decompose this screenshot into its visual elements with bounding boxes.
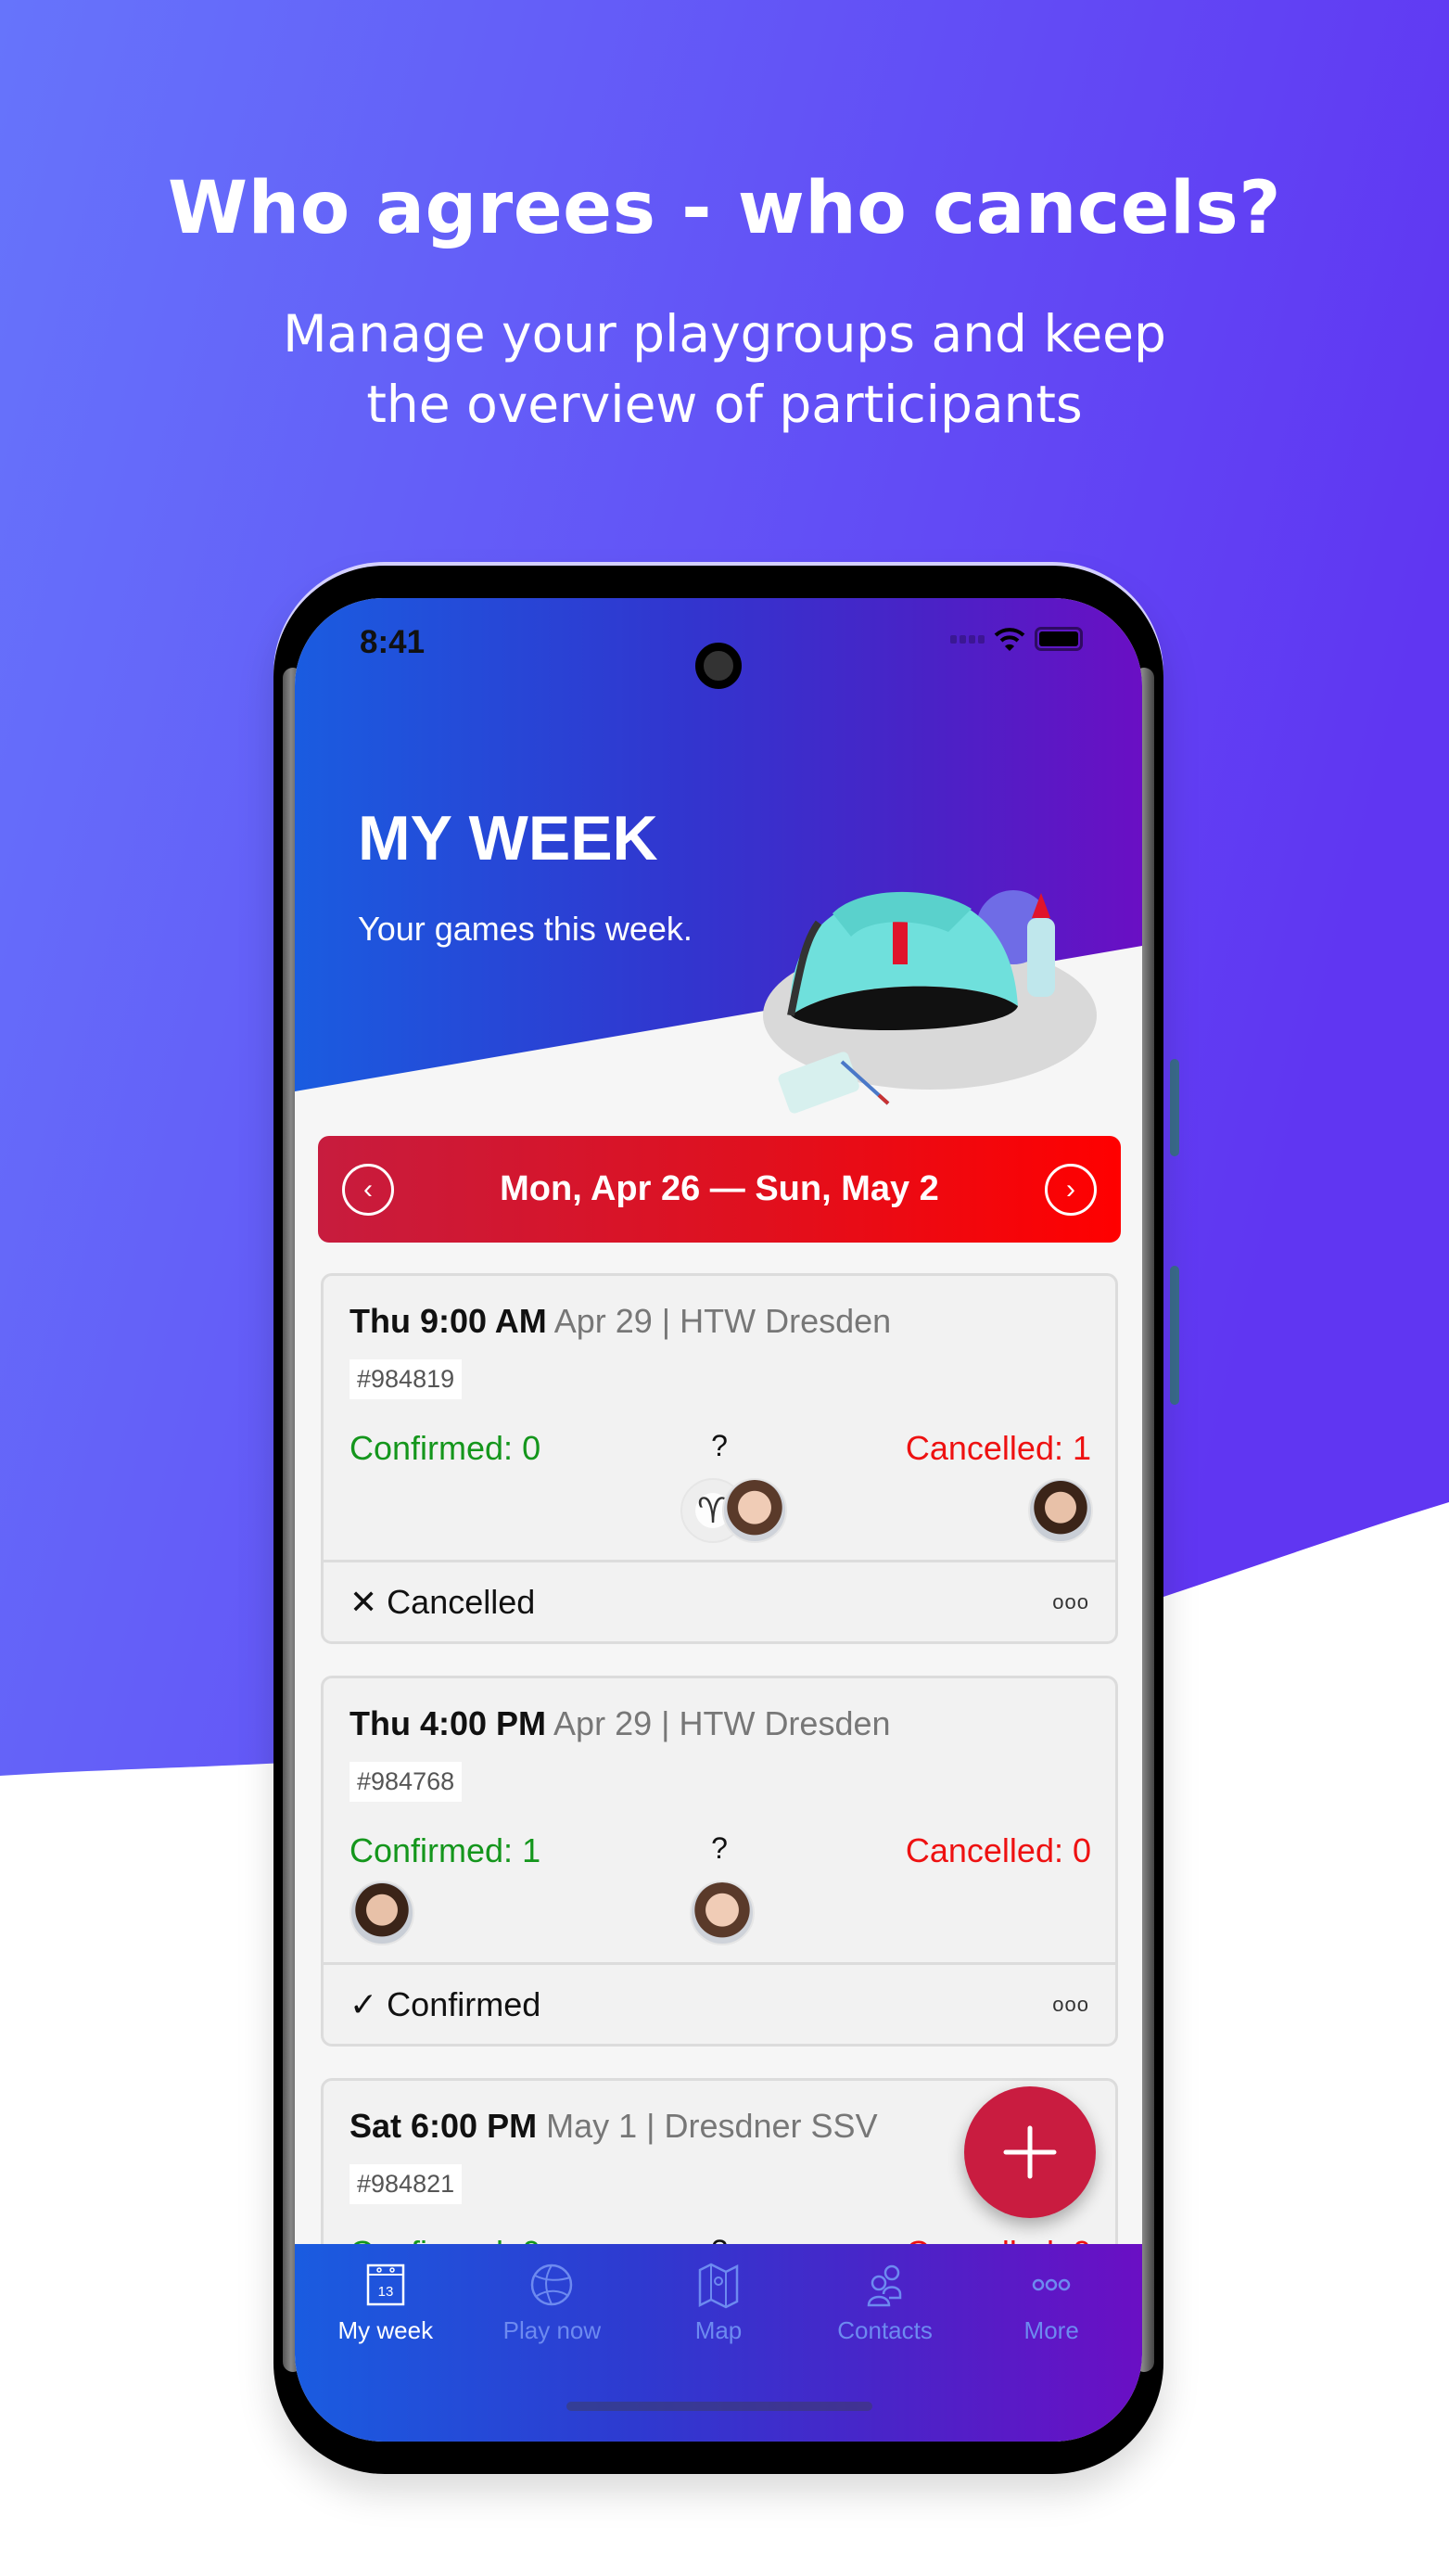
add-game-button[interactable] bbox=[964, 2086, 1096, 2218]
app-screen: 8:41 MY WEEK Your games this week. ‹ Mon… bbox=[295, 598, 1142, 2442]
game-status: ✓ Confirmed bbox=[350, 1985, 540, 2024]
game-title: Thu 4:00 PM Apr 29 | HTW Dresden bbox=[350, 1704, 891, 1743]
promo-subtitle: Manage your playgroups and keep the over… bbox=[0, 299, 1449, 440]
tab-label: Play now bbox=[502, 2316, 602, 2344]
calendar-icon: 13 bbox=[366, 2264, 405, 2306]
page-subtitle: Your games this week. bbox=[358, 910, 693, 948]
close-icon: ✕ bbox=[350, 1582, 378, 1621]
more-icon bbox=[1032, 2278, 1071, 2291]
player-avatar[interactable] bbox=[1028, 1478, 1093, 1543]
front-camera bbox=[695, 643, 742, 689]
cancelled-count: Cancelled: 0 bbox=[905, 1831, 1091, 1869]
tab-my-week[interactable]: 13 My week bbox=[302, 2261, 469, 2345]
tab-play-now[interactable]: Play now bbox=[469, 2261, 636, 2345]
game-time: Thu 4:00 PM bbox=[350, 1704, 547, 1742]
chevron-right-icon: › bbox=[1065, 1173, 1075, 1205]
sports-bag-illustration bbox=[763, 890, 1097, 1114]
game-meta: May 1 | Dresdner SSV bbox=[546, 2107, 878, 2145]
game-id-badge: #984821 bbox=[350, 2164, 463, 2204]
game-meta: Apr 29 | HTW Dresden bbox=[553, 1704, 891, 1742]
cancelled-count: Cancelled: 1 bbox=[905, 1429, 1091, 1467]
status-time: 8:41 bbox=[360, 624, 426, 660]
map-icon bbox=[698, 2263, 739, 2309]
game-id-badge: #984768 bbox=[350, 1762, 463, 1802]
tab-label: Contacts bbox=[837, 2316, 933, 2344]
game-card[interactable]: Thu 9:00 AM Apr 29 | HTW Dresden #984819… bbox=[321, 1273, 1118, 1644]
game-meta: Apr 29 | HTW Dresden bbox=[553, 1302, 892, 1340]
game-card[interactable]: Thu 4:00 PM Apr 29 | HTW Dresden #984768… bbox=[321, 1676, 1118, 2047]
player-avatar[interactable] bbox=[350, 1881, 414, 1945]
game-time: Sat 6:00 PM bbox=[350, 2107, 538, 2145]
tab-map[interactable]: Map bbox=[635, 2261, 802, 2345]
game-status-label: Cancelled bbox=[387, 1582, 536, 1621]
volleyball-icon bbox=[531, 2264, 573, 2306]
plus-icon bbox=[1003, 2125, 1057, 2179]
game-title: Thu 9:00 AM Apr 29 | HTW Dresden bbox=[350, 1302, 891, 1341]
home-indicator[interactable] bbox=[566, 2402, 872, 2411]
signal-icon bbox=[950, 634, 985, 644]
more-options-icon[interactable]: ooo bbox=[1052, 1993, 1089, 2017]
battery-icon bbox=[1035, 627, 1083, 651]
game-status: ✕ Cancelled bbox=[350, 1583, 535, 1622]
week-selector: ‹ Mon, Apr 26 — Sun, May 2 › bbox=[318, 1136, 1121, 1243]
phone-power-button bbox=[1170, 1266, 1179, 1405]
previous-week-button[interactable]: ‹ bbox=[342, 1163, 394, 1216]
page-title: MY WEEK bbox=[358, 803, 658, 874]
phone-volume-up-button bbox=[1170, 1059, 1179, 1156]
status-icons bbox=[950, 626, 1083, 652]
promo-subtitle-line2: the overview of participants bbox=[366, 375, 1083, 434]
next-week-button[interactable]: › bbox=[1044, 1163, 1097, 1216]
game-status-row[interactable]: ✕ Cancelled ooo bbox=[324, 1560, 1115, 1641]
promo-subtitle-line1: Manage your playgroups and keep bbox=[283, 304, 1166, 363]
more-options-icon[interactable]: ooo bbox=[1052, 1590, 1089, 1614]
contacts-icon bbox=[867, 2264, 901, 2307]
game-id-badge: #984819 bbox=[350, 1359, 463, 1399]
player-avatar[interactable] bbox=[722, 1478, 787, 1543]
checkmark-icon: ✓ bbox=[350, 1984, 378, 2023]
chevron-left-icon: ‹ bbox=[363, 1173, 373, 1205]
game-status-label: Confirmed bbox=[387, 1984, 541, 2023]
week-range-label: Mon, Apr 26 — Sun, May 2 bbox=[500, 1169, 939, 1208]
tab-more[interactable]: More bbox=[968, 2261, 1135, 2345]
tab-label: More bbox=[1023, 2316, 1079, 2344]
game-status-row[interactable]: ✓ Confirmed ooo bbox=[324, 1962, 1115, 2044]
game-title: Sat 6:00 PM May 1 | Dresdner SSV bbox=[350, 2107, 878, 2146]
promo-title: Who agrees - who cancels? bbox=[168, 167, 1281, 250]
calendar-day: 13 bbox=[377, 2284, 393, 2300]
bottom-tab-bar: 13 My week Play now Map Contacts More bbox=[295, 2244, 1142, 2442]
tab-contacts[interactable]: Contacts bbox=[802, 2261, 969, 2345]
phone-frame: 8:41 MY WEEK Your games this week. ‹ Mon… bbox=[273, 566, 1163, 2474]
tab-label: My week bbox=[337, 2316, 434, 2344]
tab-label: Map bbox=[694, 2316, 743, 2344]
game-time: Thu 9:00 AM bbox=[350, 1302, 547, 1340]
player-avatar[interactable] bbox=[690, 1881, 755, 1945]
wifi-icon bbox=[994, 628, 1025, 651]
